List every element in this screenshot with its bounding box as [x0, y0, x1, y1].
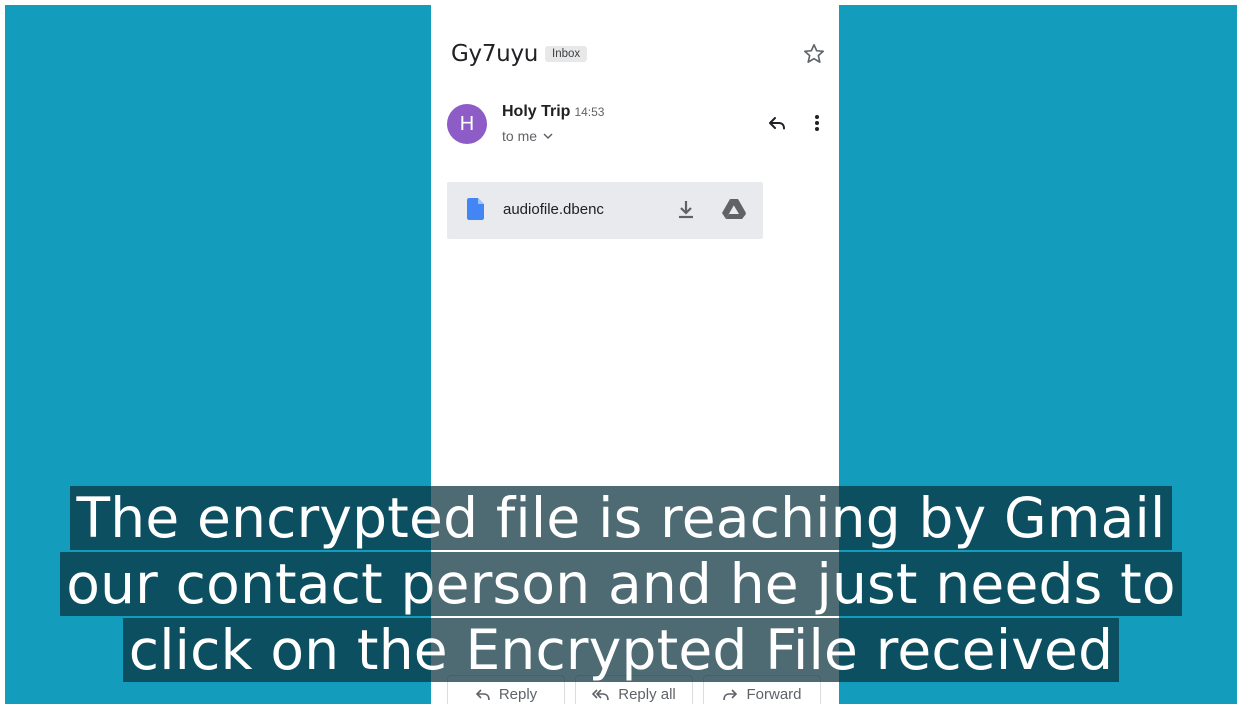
subject-row: Gy7uyu Inbox — [451, 41, 588, 67]
email-subject: Gy7uyu — [451, 41, 539, 67]
caption-line-3: click on the Encrypted File received — [5, 617, 1237, 683]
video-frame: Gy7uyu Inbox H Holy Trip 14:53 to me aud… — [5, 5, 1237, 704]
caption-line-1: The encrypted file is reaching by Gmail — [5, 485, 1237, 551]
more-vert-icon[interactable] — [807, 111, 827, 135]
caption-text-2: our contact person and he just needs to — [60, 552, 1182, 616]
attachment-file-name: audiofile.dbenc — [503, 201, 604, 218]
reply-all-label: Reply all — [618, 686, 676, 703]
video-caption: The encrypted file is reaching by Gmail … — [5, 485, 1237, 683]
caption-line-2: our contact person and he just needs to — [5, 551, 1237, 617]
caption-text-3: click on the Encrypted File received — [122, 618, 1120, 682]
download-icon[interactable] — [675, 198, 697, 220]
sender-line: Holy Trip 14:53 — [502, 103, 604, 121]
caption-text-1: The encrypted file is reaching by Gmail — [70, 486, 1172, 550]
reply-all-icon — [592, 689, 610, 701]
forward-icon — [723, 689, 738, 701]
file-icon — [467, 198, 485, 220]
inbox-label-badge[interactable]: Inbox — [545, 46, 588, 62]
chevron-down-icon — [543, 133, 553, 140]
attachment-chip[interactable]: audiofile.dbenc — [447, 182, 763, 239]
recipient-label: to me — [502, 128, 538, 144]
sender-avatar[interactable]: H — [447, 104, 487, 144]
reply-label: Reply — [498, 686, 538, 703]
email-time: 14:53 — [574, 105, 605, 119]
sender-name: Holy Trip — [502, 103, 571, 120]
reply-icon[interactable] — [765, 111, 789, 135]
star-icon[interactable] — [801, 41, 827, 67]
forward-label: Forward — [746, 686, 802, 703]
drive-icon[interactable] — [721, 198, 747, 220]
reply-icon — [475, 689, 490, 701]
recipient-details-toggle[interactable]: to me — [502, 128, 553, 144]
